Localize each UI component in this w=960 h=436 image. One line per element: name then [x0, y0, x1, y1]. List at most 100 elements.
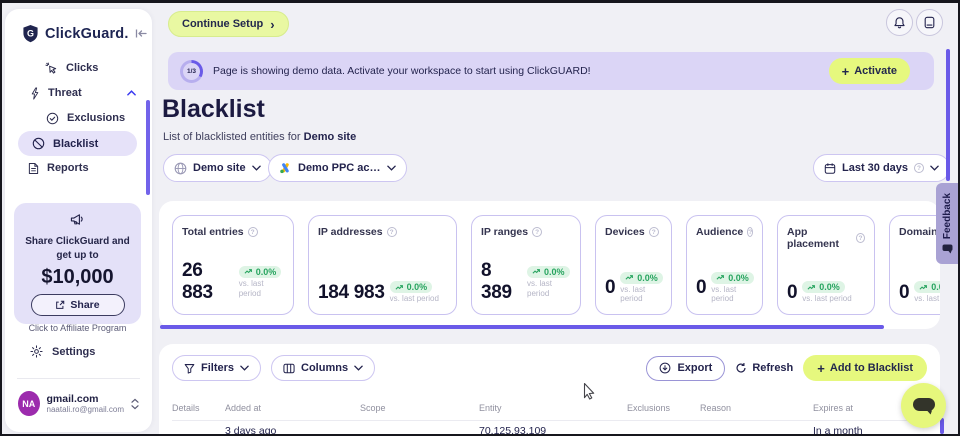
- trend-up-icon: [244, 268, 253, 275]
- info-icon[interactable]: ?: [248, 227, 258, 237]
- page-title: Blacklist: [162, 95, 265, 124]
- column-header[interactable]: Entity: [479, 403, 627, 413]
- table-toolbar: Filters Columns Export: [172, 355, 927, 381]
- trend-badge: 0.0%: [239, 266, 282, 278]
- sidebar-item-label: Reports: [47, 162, 89, 174]
- chevron-down-icon: [252, 165, 261, 171]
- stat-vs-label: vs. last period: [620, 285, 663, 304]
- table-scrollbar[interactable]: [940, 418, 944, 434]
- bell-icon: [893, 16, 906, 30]
- brand-shield-icon: G: [22, 24, 39, 43]
- globe-icon: [174, 162, 187, 175]
- share-button[interactable]: Share: [31, 294, 125, 316]
- stat-app-placement: App placement? 0 0.0% vs. last period: [777, 215, 875, 315]
- ppc-account-selector[interactable]: Demo PPC ac…: [268, 154, 407, 182]
- add-to-blacklist-button[interactable]: + Add to Blacklist: [803, 355, 927, 381]
- trend-up-icon: [807, 284, 816, 291]
- sidebar-item-reports[interactable]: Reports: [28, 157, 89, 179]
- sidebar-divider: [17, 378, 140, 379]
- promo-amount: $10,000: [14, 266, 141, 289]
- plus-icon: +: [817, 361, 825, 376]
- stat-ip-addresses: IP addresses? 184 983 0.0% vs. last peri…: [308, 215, 457, 315]
- activate-button[interactable]: + Activate: [829, 58, 910, 84]
- megaphone-icon: [68, 212, 88, 227]
- chevron-down-icon: [930, 165, 939, 171]
- info-icon[interactable]: ?: [532, 227, 542, 237]
- feedback-label: Feedback: [942, 193, 953, 239]
- date-range-selector[interactable]: Last 30 days ?: [813, 154, 950, 182]
- setup-progress-value: 1/3: [183, 63, 200, 80]
- setup-progress-ring: 1/3: [180, 60, 203, 83]
- column-header[interactable]: Added at: [225, 403, 360, 413]
- settings-label: Settings: [52, 346, 95, 358]
- table-row[interactable]: 3 days ago 70.125.93.109 In a month: [172, 421, 927, 436]
- site-selector[interactable]: Demo site: [163, 154, 272, 182]
- sidebar-scrollbar[interactable]: [146, 100, 150, 195]
- account-name: gmail.com: [47, 393, 124, 406]
- chevron-down-icon: [387, 165, 396, 171]
- continue-setup-button[interactable]: Continue Setup ›: [168, 11, 289, 37]
- stat-vs-label: vs. last period: [711, 285, 754, 304]
- chevron-down-icon: [354, 365, 363, 371]
- column-header[interactable]: Exclusions: [627, 403, 700, 413]
- sidebar-collapse-icon[interactable]: [135, 28, 147, 39]
- sidebar-item-label: Blacklist: [53, 138, 98, 150]
- stat-value: 0: [787, 282, 797, 304]
- page-subtitle-target: Demo site: [304, 131, 357, 143]
- funnel-icon: [184, 363, 195, 374]
- sidebar-item-exclusions[interactable]: Exclusions: [46, 107, 125, 129]
- sidebar-item-clicks[interactable]: Clicks: [45, 57, 98, 79]
- stat-vs-label: vs. last period: [239, 279, 284, 298]
- account-email: naatali.ro@gmail.com: [47, 405, 124, 414]
- account-switcher[interactable]: NA gmail.com naatali.ro@gmail.com: [18, 391, 139, 416]
- trend-badge: 0.0%: [802, 281, 845, 293]
- trend-up-icon: [716, 274, 725, 281]
- demo-data-banner: 1/3 Page is showing demo data. Activate …: [168, 52, 934, 90]
- notifications-button[interactable]: [886, 9, 913, 36]
- trend-badge: 0.0%: [390, 281, 433, 293]
- stat-vs-label: vs. last period: [390, 294, 439, 304]
- clicks-cursor-icon: [45, 62, 58, 75]
- info-icon[interactable]: ?: [387, 227, 397, 237]
- info-icon[interactable]: ?: [649, 227, 659, 237]
- stats-summary-panel: Total entries? 26 883 0.0% vs. last peri…: [159, 201, 940, 329]
- affiliate-promo-card[interactable]: Share ClickGuard and get up to $10,000 S…: [14, 203, 141, 324]
- trend-up-icon: [395, 284, 404, 291]
- brand-name: ClickGuard.: [45, 26, 129, 42]
- export-button[interactable]: Export: [646, 356, 725, 381]
- feedback-bubble-icon: [942, 244, 953, 254]
- sidebar: G ClickGuard. Clicks Threat: [5, 9, 152, 432]
- chevron-right-icon: ›: [270, 17, 274, 32]
- chat-bubble-icon: [912, 397, 936, 415]
- calendar-icon: [824, 162, 836, 175]
- filters-button[interactable]: Filters: [172, 355, 261, 381]
- stat-vs-label: vs. last period: [914, 294, 940, 304]
- columns-icon: [283, 363, 295, 374]
- column-header[interactable]: Reason: [700, 403, 813, 413]
- refresh-icon: [735, 362, 747, 374]
- sidebar-item-label: Threat: [48, 87, 82, 99]
- stat-value: 0: [899, 282, 909, 304]
- refresh-button[interactable]: Refresh: [735, 362, 793, 374]
- info-icon[interactable]: ?: [747, 227, 753, 237]
- columns-button[interactable]: Columns: [271, 355, 375, 381]
- sidebar-item-threat[interactable]: Threat: [30, 82, 140, 104]
- docs-button[interactable]: [916, 9, 943, 36]
- sidebar-item-blacklist[interactable]: Blacklist: [18, 131, 137, 156]
- column-header[interactable]: Scope: [360, 403, 479, 413]
- trend-badge: 0.0%: [711, 272, 754, 284]
- chat-launcher-button[interactable]: [901, 383, 946, 428]
- trend-up-icon: [532, 268, 541, 275]
- column-header[interactable]: Details: [172, 403, 225, 413]
- banner-message: Page is showing demo data. Activate your…: [213, 65, 819, 77]
- stats-horizontal-scrollbar[interactable]: [160, 325, 884, 329]
- sidebar-item-label: Exclusions: [67, 112, 125, 124]
- google-ads-icon: [279, 162, 292, 174]
- stat-domain-placement: Domain placement? 0 0.0% vs. last period: [889, 215, 940, 315]
- info-icon[interactable]: ?: [856, 233, 865, 243]
- stat-value: 0: [605, 277, 615, 299]
- avatar: NA: [18, 391, 40, 416]
- feedback-tab[interactable]: Feedback: [936, 183, 959, 264]
- page-scrollbar[interactable]: [946, 49, 950, 181]
- sidebar-item-settings[interactable]: Settings: [30, 345, 95, 358]
